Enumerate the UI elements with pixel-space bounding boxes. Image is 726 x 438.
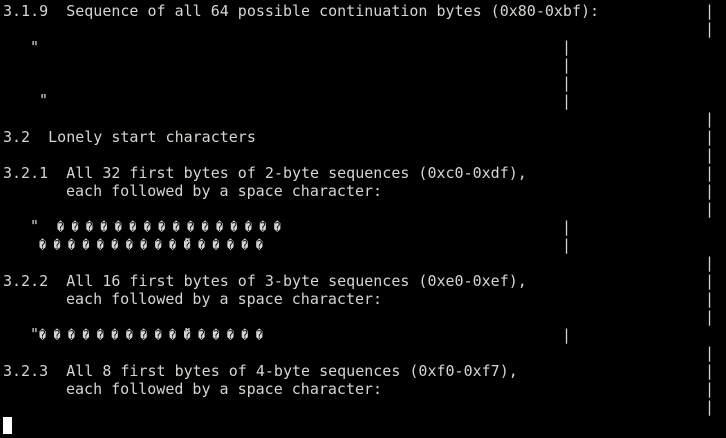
heading-3-2-2-line1: 3.2.2 All 16 first bytes of 3-byte seque… — [3, 272, 527, 290]
column-bar: | — [562, 218, 572, 236]
heading-3-2-3-line2: each followed by a space character: — [66, 380, 383, 398]
right-edge-bar: | — [705, 2, 715, 20]
heading-3-2: 3.2 Lonely start characters — [3, 128, 256, 146]
quote-open-2byte: " — [30, 217, 40, 235]
right-edge-bar: | — [705, 164, 715, 182]
quote-close-continuation: " — [39, 91, 49, 109]
heading-3-2-1-line1: 3.2.1 All 32 first bytes of 2-byte seque… — [3, 164, 527, 182]
right-edge-bar: | — [705, 308, 715, 326]
quote-close-3byte: " — [183, 325, 193, 343]
column-bar: | — [562, 92, 572, 110]
replacement-chars-2byte-row2: � � � � � � � � � � � � � � � � — [39, 238, 263, 252]
right-edge-bar: | — [705, 344, 715, 362]
column-bar: | — [562, 326, 572, 344]
replacement-chars-2byte-row1: � � � � � � � � � � � � � � � � — [57, 220, 281, 234]
heading-3-1-9: 3.1.9 Sequence of all 64 possible contin… — [3, 2, 600, 20]
right-edge-bar: | — [705, 182, 715, 200]
terminal-window[interactable]: 3.1.9 Sequence of all 64 possible contin… — [0, 0, 726, 438]
right-edge-bar: | — [705, 128, 715, 146]
right-edge-bar: | — [705, 398, 715, 416]
right-edge-bar: | — [705, 380, 715, 398]
column-bar: | — [562, 56, 572, 74]
replacement-chars-3byte: � � � � � � � � � � � � � � � � — [39, 328, 263, 342]
heading-3-2-3-line1: 3.2.3 All 8 first bytes of 4-byte sequen… — [3, 362, 518, 380]
column-bar: | — [562, 236, 572, 254]
quote-open-3byte: " — [30, 325, 40, 343]
right-edge-bar: | — [705, 110, 715, 128]
right-edge-bar: | — [705, 20, 715, 38]
right-edge-bar: | — [705, 254, 715, 272]
right-edge-bar: | — [705, 290, 715, 308]
quote-close-2byte: " — [183, 235, 193, 253]
quote-open-continuation: " — [30, 38, 40, 56]
right-edge-bar: | — [705, 146, 715, 164]
right-edge-bar: | — [705, 272, 715, 290]
right-edge-bar: | — [705, 200, 715, 218]
right-edge-bar: | — [705, 362, 715, 380]
heading-3-2-1-line2: each followed by a space character: — [66, 182, 383, 200]
column-bar: | — [562, 38, 572, 56]
heading-3-2-2-line2: each followed by a space character: — [66, 290, 383, 308]
text-cursor — [3, 417, 12, 434]
column-bar: | — [562, 74, 572, 92]
